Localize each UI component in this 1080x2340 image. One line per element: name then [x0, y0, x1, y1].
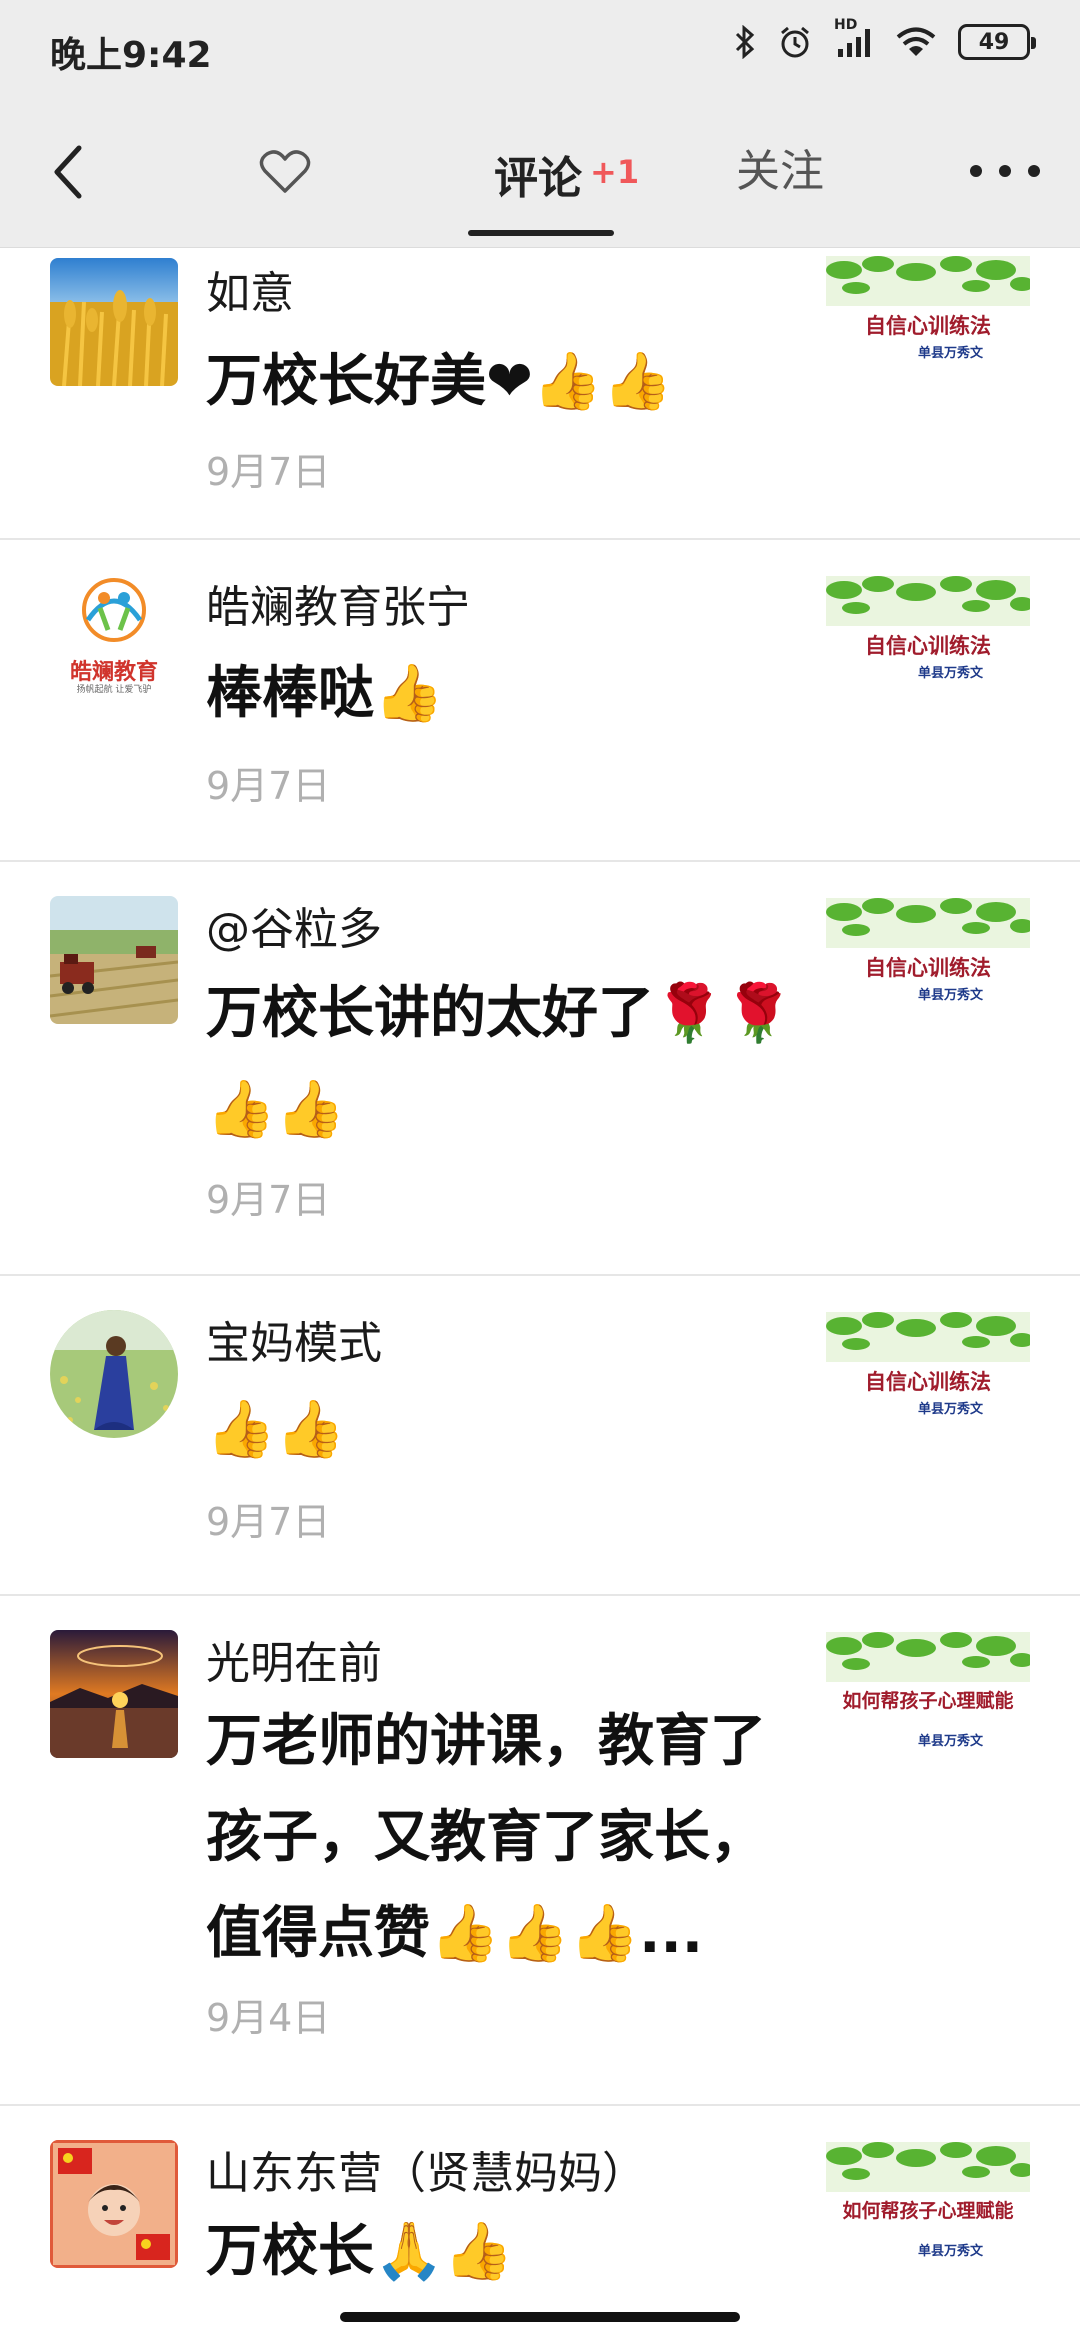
thumbnail-author: 单县万秀文 [918, 988, 984, 1003]
article-thumbnail[interactable]: 自信心训练法 单县万秀文 [826, 256, 1030, 372]
article-thumbnail[interactable]: 自信心训练法 单县万秀文 [826, 898, 1030, 1014]
more-dots-icon[interactable] [970, 146, 1040, 196]
wifi-icon [896, 26, 936, 58]
status-bar: 晚上9:42 HD 49 [0, 0, 1080, 96]
top-nav: 评论 +1 关注 [0, 96, 1080, 248]
article-thumbnail[interactable]: 自信心训练法 单县万秀文 [826, 576, 1030, 692]
avatar[interactable] [50, 1310, 178, 1438]
thumbnail-author: 单县万秀文 [918, 346, 984, 361]
comment-text: 👍👍 [206, 1397, 346, 1462]
thumbnail-author: 单县万秀文 [918, 1402, 984, 1417]
comment-author[interactable]: 皓斓教育张宁 [206, 580, 470, 636]
battery-icon: 49 [958, 24, 1036, 60]
heart-outline-icon [259, 150, 311, 193]
comment-text: 万校长讲的太好了🌹🌹👍👍 [206, 981, 794, 1142]
comment-text: 万校长🙏👍 [206, 2219, 514, 2284]
comment-author[interactable]: 如意 [206, 266, 294, 322]
comment-author[interactable]: 山东东营（贤慧妈妈） [206, 2146, 646, 2202]
network-label: HD [834, 17, 858, 33]
avatar-logo-subtext: 扬帆起航 让爱飞驴 [76, 685, 152, 695]
avatar[interactable] [50, 258, 178, 386]
comment-list[interactable]: 如意 万校长好美❤👍👍 9月7日 自信心训练法 单县万秀文 皓斓教育 扬帆起航 … [0, 248, 1080, 2308]
thumbnail-title: 自信心训练法 [865, 633, 991, 658]
thumbnail-title: 自信心训练法 [865, 313, 991, 338]
comment-date: 9月7日 [206, 1178, 331, 1222]
like-button[interactable] [252, 142, 318, 202]
avatar[interactable] [50, 896, 178, 1024]
back-button[interactable] [38, 136, 98, 208]
avatar[interactable] [50, 2140, 178, 2268]
thumbnail-title: 自信心训练法 [865, 955, 991, 980]
comment-date: 9月7日 [206, 764, 331, 808]
thumbnail-author: 单县万秀文 [918, 666, 984, 681]
comment-text: 万老师的讲课，教育了孩子，又教育了家长，值得点赞👍👍👍... [206, 1709, 766, 1966]
article-thumbnail[interactable]: 如何帮孩子心理赋能 单县万秀文 [826, 2142, 1030, 2258]
status-time: 晚上9:42 [50, 35, 212, 76]
comment-text: 万校长好美❤👍👍 [206, 349, 673, 414]
thumbnail-title: 自信心训练法 [865, 1369, 991, 1394]
comment-date: 9月4日 [206, 1996, 331, 2040]
thumbnail-title: 如何帮孩子心理赋能 [842, 2200, 1014, 2222]
article-thumbnail[interactable]: 如何帮孩子心理赋能 单县万秀文 [826, 1632, 1030, 1748]
comment-author[interactable]: 光明在前 [206, 1636, 382, 1692]
bluetooth-icon [734, 25, 756, 59]
battery-level: 49 [978, 29, 1010, 55]
tab-follow[interactable]: 关注 [736, 146, 824, 198]
tab-comments-label: 评论 [494, 153, 582, 204]
comment-date: 9月7日 [206, 450, 331, 494]
status-icons: HD 49 [734, 17, 1036, 60]
comment-author[interactable]: 宝妈模式 [206, 1316, 382, 1372]
thumbnail-title: 如何帮孩子心理赋能 [842, 1690, 1014, 1712]
tab-comments-badge: +1 [590, 153, 640, 191]
tab-comments[interactable]: 评论 +1 [494, 146, 639, 205]
comment-item[interactable]: 皓斓教育 扬帆起航 让爱飞驴 皓斓教育张宁 棒棒哒👍 9月7日 自信心训练法 单… [0, 540, 1080, 862]
comment-item[interactable]: 如意 万校长好美❤👍👍 9月7日 自信心训练法 单县万秀文 [0, 248, 1080, 540]
thumbnail-author: 单县万秀文 [918, 1734, 984, 1748]
comment-text: 棒棒哒👍 [206, 661, 444, 726]
chevron-left-icon [54, 145, 82, 199]
comment-item[interactable]: 光明在前 万老师的讲课，教育了孩子，又教育了家长，值得点赞👍👍👍... 9月4日… [0, 1596, 1080, 2106]
alarm-icon [778, 25, 812, 59]
comment-item[interactable]: 山东东营（贤慧妈妈） 万校长🙏👍 如何帮孩子心理赋能 单县万秀文 [0, 2106, 1080, 2308]
home-indicator[interactable] [340, 2312, 740, 2322]
article-thumbnail[interactable]: 自信心训练法 单县万秀文 [826, 1312, 1030, 1428]
avatar[interactable]: 皓斓教育 扬帆起航 让爱飞驴 [50, 574, 178, 702]
signal-icon: HD [834, 17, 874, 59]
comment-author[interactable]: @谷粒多 [206, 902, 382, 958]
thumbnail-author: 单县万秀文 [918, 2244, 984, 2258]
avatar[interactable] [50, 1630, 178, 1758]
comment-item[interactable]: @谷粒多 万校长讲的太好了🌹🌹👍👍 9月7日 自信心训练法 单县万秀文 [0, 862, 1080, 1276]
comment-date: 9月7日 [206, 1500, 331, 1544]
active-tab-indicator [468, 230, 614, 236]
comment-item[interactable]: 宝妈模式 👍👍 9月7日 自信心训练法 单县万秀文 [0, 1276, 1080, 1596]
